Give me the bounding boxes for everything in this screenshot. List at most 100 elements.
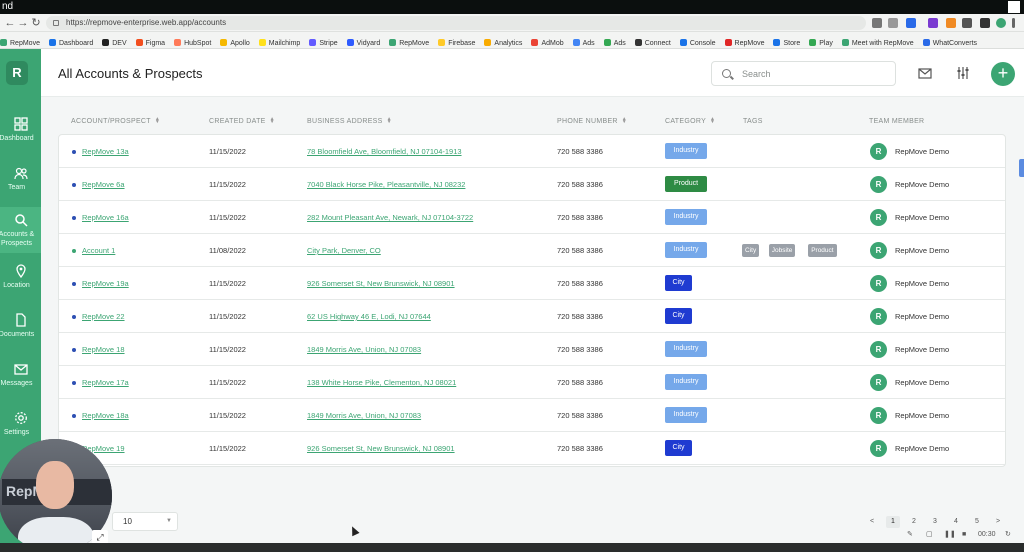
puzzle-icon[interactable]	[962, 18, 972, 28]
sort-icon[interactable]: ▲ ▼	[270, 117, 275, 125]
page-button[interactable]: 3	[928, 516, 942, 528]
pause-icon[interactable]: ❚❚	[944, 529, 956, 540]
sidebar-toggle-icon[interactable]	[980, 18, 990, 28]
expand-icon[interactable]: ⤢	[92, 530, 108, 544]
page-button[interactable]: 4	[949, 516, 963, 528]
add-account-button[interactable]: +	[991, 62, 1015, 86]
bookmark-item[interactable]: Store	[773, 35, 800, 48]
address-link[interactable]: City Park, Denver, CO	[307, 246, 381, 255]
star-icon[interactable]	[906, 18, 916, 28]
table-row[interactable]: RepMove 18a 11/15/2022 1849 Morris Ave, Un…	[59, 399, 1005, 432]
bookmark-item[interactable]: WhatConverts	[922, 35, 977, 48]
bookmark-item[interactable]: DEV	[102, 35, 127, 48]
table-row[interactable]: RepMove 13a 11/15/2022 78 Bloomfield Ave, …	[59, 135, 1005, 168]
bookmark-item[interactable]: Console	[679, 35, 716, 48]
search-input[interactable]	[742, 67, 887, 81]
bookmark-item[interactable]: Firebase	[438, 35, 475, 48]
sort-icon[interactable]: ▲ ▼	[622, 117, 627, 125]
bookmark-item[interactable]: Play	[809, 35, 833, 48]
address-link[interactable]: 138 White Horse Pike, Clementon, NJ 0802…	[307, 378, 456, 387]
bookmark-item[interactable]: Meet with RepMove	[841, 35, 914, 48]
bookmark-item[interactable]: Connect	[634, 35, 671, 48]
address-link[interactable]: 926 Somerset St, New Brunswick, NJ 08901	[307, 279, 455, 288]
bookmark-item[interactable]: Dashboard	[48, 35, 93, 48]
address-link[interactable]: 7040 Black Horse Pike, Pleasantville, NJ…	[307, 180, 465, 189]
pen-icon[interactable]: ✎	[907, 529, 913, 540]
account-name-link[interactable]: RepMove 19a	[82, 279, 129, 288]
table-row[interactable]: RepMove 1911/15/2022926 Somerset St, New…	[59, 432, 1005, 465]
sidebar-item-messages[interactable]: Messages	[0, 362, 41, 394]
mail-icon[interactable]	[918, 66, 932, 80]
account-name-link[interactable]: RepMove 17a	[82, 378, 129, 387]
table-row[interactable]: RepMove 6a 11/15/2022 7040 Black Horse Pik…	[59, 168, 1005, 201]
bookmark-item[interactable]: HubSpot	[174, 35, 211, 48]
back-icon[interactable]: ←	[4, 16, 16, 30]
table-row[interactable]: Account 1 11/08/2022 City Park, Denver, CO…	[59, 234, 1005, 267]
address-link[interactable]: 926 Somerset St, New Brunswick, NJ 08901	[307, 444, 455, 453]
bookmark-item[interactable]: AdMob	[531, 35, 564, 48]
menu-icon[interactable]	[1012, 18, 1015, 28]
table-row[interactable]: RepMove 18 11/15/2022 1849 Morris Ave, Uni…	[59, 333, 1005, 366]
account-name-link[interactable]: RepMove 18a	[82, 411, 129, 420]
table-row[interactable]: RepMove 16a 11/15/2022 282 Mount Pleasant …	[59, 201, 1005, 234]
bookmark-item[interactable]: Vidyard	[346, 35, 380, 48]
table-row[interactable]: RepMove 19a 11/15/2022 926 Somerset St, Ne…	[59, 267, 1005, 300]
share-icon[interactable]	[872, 18, 882, 28]
extension-icon[interactable]	[888, 18, 898, 28]
bookmark-item[interactable]: Mailchimp	[258, 35, 300, 48]
bookmark-item[interactable]: Analytics	[484, 35, 522, 48]
bookmark-item[interactable]: Apollo	[220, 35, 250, 48]
address-link[interactable]: 1849 Morris Ave, Union, NJ 07083	[307, 411, 421, 420]
per-page-select[interactable]: 10 ▼	[112, 512, 178, 531]
sidebar-item-accounts[interactable]: Accounts & Prospects	[0, 207, 41, 253]
account-name-link[interactable]: RepMove 13a	[82, 147, 129, 156]
page-button[interactable]: 5	[970, 516, 984, 528]
column-header-address[interactable]: BUSINESS ADDRESS ▲ ▼	[307, 117, 392, 126]
table-row[interactable]: RepMove 22 11/15/2022 62 US Highway 46 E, …	[59, 300, 1005, 333]
sort-icon[interactable]: ▲ ▼	[387, 117, 392, 125]
column-header-phone[interactable]: PHONE NUMBER ▲ ▼	[557, 117, 627, 126]
page-button[interactable]: 2	[907, 516, 921, 528]
address-link[interactable]: 78 Bloomfield Ave, Bloomfield, NJ 07104-…	[307, 147, 462, 156]
bookmark-item[interactable]: RepMove	[724, 35, 764, 48]
bookmark-item[interactable]: Ads	[603, 35, 626, 48]
sidebar-item-location[interactable]: Location	[0, 264, 41, 296]
video-player-bar[interactable]	[0, 543, 1024, 552]
filter-icon[interactable]	[956, 66, 970, 80]
account-name-link[interactable]: RepMove 18	[82, 345, 125, 354]
bookmark-item[interactable]: RepMove	[0, 35, 40, 48]
square-icon[interactable]: ▢	[926, 529, 933, 540]
account-name-link[interactable]: RepMove 16a	[82, 213, 129, 222]
address-link[interactable]: 1849 Morris Ave, Union, NJ 07083	[307, 345, 421, 354]
bookmark-item[interactable]: Stripe	[309, 35, 338, 48]
forward-icon[interactable]: →	[17, 16, 29, 30]
scrollbar-handle[interactable]	[1019, 159, 1024, 177]
next-page-button[interactable]: >	[991, 516, 1005, 528]
refresh-icon[interactable]: ↻	[1005, 529, 1011, 540]
sort-icon[interactable]: ▲ ▼	[155, 117, 160, 125]
prev-page-button[interactable]: <	[865, 516, 879, 528]
logo[interactable]: R	[6, 61, 28, 85]
extension-icon[interactable]	[928, 18, 938, 28]
profile-avatar[interactable]	[996, 18, 1006, 28]
account-name-link[interactable]: RepMove 6a	[82, 180, 125, 189]
sidebar-item-team[interactable]: Team	[0, 166, 41, 198]
bookmark-item[interactable]: RepMove	[389, 35, 429, 48]
bookmark-item[interactable]: Figma	[135, 35, 165, 48]
address-link[interactable]: 282 Mount Pleasant Ave, Newark, NJ 07104…	[307, 213, 473, 222]
sort-icon[interactable]: ▲ ▼	[710, 117, 715, 125]
url-field[interactable]: https://repmove-enterprise.web.app/accou…	[46, 16, 866, 30]
search-box[interactable]	[711, 61, 896, 86]
bookmark-item[interactable]: Ads	[572, 35, 595, 48]
column-header-created[interactable]: CREATED DATE ▲ ▼	[209, 117, 275, 126]
column-header-category[interactable]: CATEGORY ▲ ▼	[665, 117, 715, 126]
table-row[interactable]: RepMove 17a 11/15/2022 138 White Horse Pik…	[59, 366, 1005, 399]
account-name-link[interactable]: Account 1	[82, 246, 115, 255]
window-control-icon[interactable]	[1008, 1, 1020, 13]
sidebar-item-documents[interactable]: Documents	[0, 313, 41, 345]
page-button[interactable]: 1	[886, 516, 900, 528]
reload-icon[interactable]: ↻	[30, 16, 42, 30]
address-link[interactable]: 62 US Highway 46 E, Lodi, NJ 07644	[307, 312, 431, 321]
account-name-link[interactable]: RepMove 22	[82, 312, 125, 321]
stop-icon[interactable]: ■	[962, 529, 966, 540]
